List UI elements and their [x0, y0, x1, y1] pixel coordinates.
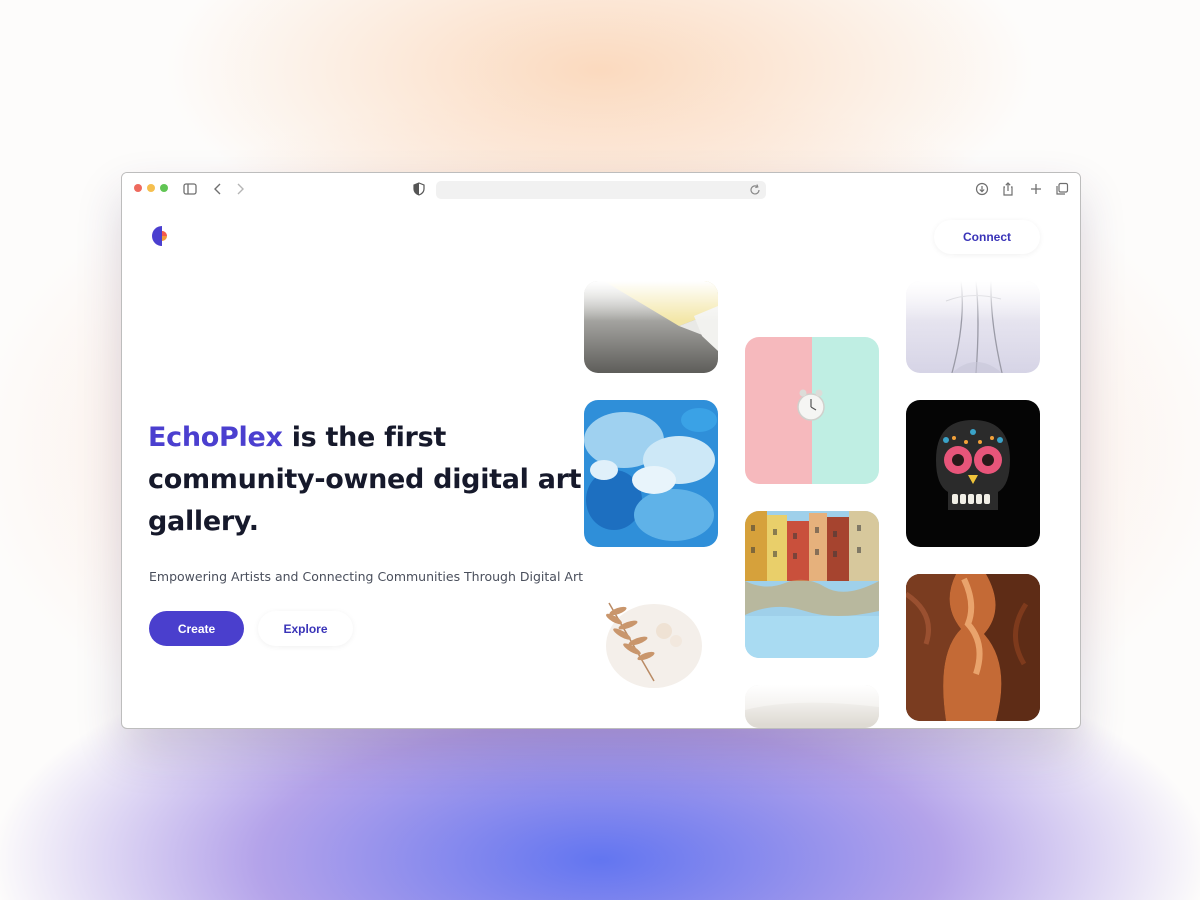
browser-toolbar [122, 173, 1080, 205]
artwork-abstract-grey-yellow[interactable] [584, 281, 718, 373]
back-icon[interactable] [210, 181, 226, 197]
download-icon[interactable] [974, 181, 990, 197]
fade-overlay [584, 281, 718, 321]
reload-icon[interactable] [748, 183, 762, 197]
forward-icon[interactable] [232, 181, 248, 197]
artwork-canal-reflection[interactable] [745, 511, 879, 658]
address-bar[interactable] [436, 181, 766, 199]
maximize-window-button[interactable] [160, 184, 168, 192]
explore-button[interactable]: Explore [258, 611, 353, 646]
close-window-button[interactable] [134, 184, 142, 192]
artwork-pastel-alarm-clock[interactable] [745, 337, 879, 484]
tabs-overview-icon[interactable] [1054, 181, 1070, 197]
brand-name: EchoPlex [148, 422, 283, 453]
artwork-translucent-vase[interactable] [906, 281, 1040, 373]
connect-button[interactable]: Connect [934, 220, 1040, 254]
artwork-white-sand[interactable] [745, 685, 879, 728]
artwork-calavera-skull[interactable] [906, 400, 1040, 547]
hero-subtitle: Empowering Artists and Connecting Commun… [149, 569, 583, 584]
new-tab-icon[interactable] [1028, 181, 1044, 197]
create-button[interactable]: Create [149, 611, 244, 646]
fade-overlay [745, 685, 879, 725]
hero-title: EchoPlex is the first community-owned di… [148, 417, 588, 543]
echoplex-logo-icon[interactable] [152, 225, 172, 247]
sidebar-icon[interactable] [182, 181, 198, 197]
fade-overlay [906, 281, 1040, 321]
minimize-window-button[interactable] [147, 184, 155, 192]
share-icon[interactable] [1000, 181, 1016, 197]
browser-window: Connect EchoPlex is the first community-… [121, 172, 1081, 729]
artwork-antelope-canyon[interactable] [906, 574, 1040, 721]
artwork-blue-texture[interactable] [584, 400, 718, 547]
shield-icon[interactable] [412, 182, 426, 196]
artwork-pressed-fern[interactable] [584, 581, 718, 701]
